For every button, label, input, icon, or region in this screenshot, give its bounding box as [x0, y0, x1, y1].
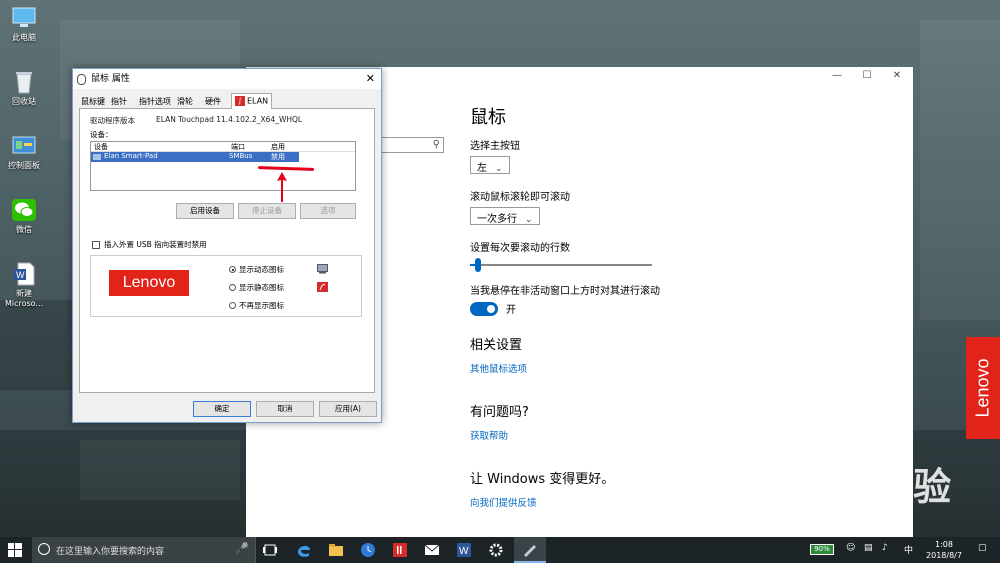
options-button[interactable]: 选项: [300, 203, 356, 219]
control-panel-icon: [11, 134, 37, 158]
device-list-header: 设备 端口 启用: [91, 142, 355, 152]
notification-icon[interactable]: ▢: [978, 543, 987, 553]
touchpad-tray-icon: [317, 264, 328, 274]
settings-gear-icon[interactable]: [488, 542, 504, 558]
inactive-scroll-toggle[interactable]: [470, 301, 498, 316]
cancel-button[interactable]: 取消: [256, 401, 314, 417]
battery-indicator[interactable]: 90%: [810, 544, 834, 555]
tab-wheel[interactable]: 滑轮: [177, 96, 193, 109]
taskbar-search-input[interactable]: 在这里输入你要搜索的内容 🎤: [32, 537, 256, 563]
device-list[interactable]: 设备 端口 启用 Elan Smart-Pad SMBus 禁用: [90, 141, 356, 191]
tab-hardware[interactable]: 硬件: [205, 96, 221, 109]
other-mouse-options-link[interactable]: 其他鼠标选项: [470, 361, 870, 375]
enable-device-button[interactable]: 启用设备: [176, 203, 234, 219]
settings-search-input[interactable]: ⚲: [376, 137, 444, 153]
tab-elan[interactable]: ∫ ELAN: [231, 93, 273, 110]
monitor-icon: [11, 6, 37, 30]
toggle-state-label: 开: [506, 305, 516, 316]
tab-pointers[interactable]: 指针: [111, 96, 127, 109]
usb-disable-checkbox-row[interactable]: 插入外置 USB 指向装置时禁用: [92, 239, 207, 250]
people-icon[interactable]: ☺: [846, 543, 855, 553]
tab-pointer-options[interactable]: 指针选项: [139, 96, 171, 109]
red-app-icon[interactable]: [392, 542, 408, 558]
mail-icon[interactable]: [424, 542, 440, 558]
desktop-icon-word-doc[interactable]: W 新建 Microso...: [2, 262, 46, 309]
mouse-properties-dialog: 鼠标 属性 ✕ 鼠标键 指针 指针选项 滑轮 硬件 ∫ ELAN 驱动程序版本 E…: [72, 68, 382, 423]
desktop-icon-control-panel[interactable]: 控制面板: [2, 134, 46, 171]
taskbar: 在这里输入你要搜索的内容 🎤 W 90% ☺ ▤ ♪ 中 1:08 2018/8…: [0, 537, 1000, 563]
recycle-bin-icon: [11, 70, 37, 94]
dialog-tabs: 鼠标键 指针 指针选项 滑轮 硬件 ∫ ELAN: [79, 93, 375, 110]
minimize-icon[interactable]: —: [822, 70, 852, 81]
dialog-titlebar: 鼠标 属性 ✕: [73, 69, 381, 89]
usb-disable-checkbox[interactable]: [92, 240, 100, 249]
scroll-label: 滚动鼠标滚轮即可滚动: [470, 192, 570, 203]
driver-version: 驱动程序版本 ELAN Touchpad 11.4.102.2_X64_WHQL: [90, 115, 303, 125]
desktop-icon-wechat[interactable]: 微信: [2, 198, 46, 235]
annotation-arrow-icon: [277, 172, 287, 202]
search-icon: ⚲: [432, 139, 440, 150]
ime-indicator[interactable]: 中: [904, 543, 913, 556]
slider-thumb[interactable]: [475, 258, 481, 272]
active-app-highlight[interactable]: [514, 537, 546, 563]
primary-button-dropdown[interactable]: 左 ⌄: [470, 156, 510, 174]
clock-app-icon[interactable]: [360, 542, 376, 558]
word-document-icon: W: [11, 262, 37, 286]
close-icon[interactable]: ✕: [882, 70, 912, 81]
related-settings-heading: 相关设置: [470, 338, 523, 353]
ok-button[interactable]: 确定: [193, 401, 251, 417]
desktop-icon-recycle-bin[interactable]: 回收站: [2, 70, 46, 107]
elan-tray-icon: [317, 282, 328, 292]
elan-panel: 驱动程序版本 ELAN Touchpad 11.4.102.2_X64_WHQL…: [79, 109, 375, 393]
page-title: 鼠标: [470, 107, 506, 128]
pen-app-icon: [524, 545, 536, 557]
volume-icon[interactable]: ♪: [882, 543, 888, 553]
help-heading: 有问题吗?: [470, 405, 529, 420]
scroll-lines-slider[interactable]: [470, 258, 652, 272]
radio-no-icon[interactable]: 不再显示图标: [229, 300, 284, 311]
mouse-icon: [77, 74, 86, 85]
scroll-dropdown[interactable]: 一次多行 ⌄: [470, 207, 540, 225]
file-explorer-icon[interactable]: [328, 542, 344, 558]
network-icon[interactable]: ▤: [864, 543, 873, 553]
microphone-icon[interactable]: 🎤: [235, 542, 249, 555]
get-help-link[interactable]: 获取帮助: [470, 428, 870, 442]
lines-label: 设置每次要滚动的行数: [470, 243, 570, 254]
cortana-icon: [38, 543, 50, 555]
tab-buttons[interactable]: 鼠标键: [81, 96, 105, 109]
elan-icon: ∫: [235, 96, 245, 106]
windows-start-icon[interactable]: [8, 543, 22, 557]
device-row[interactable]: Elan Smart-Pad SMBus 禁用: [91, 152, 299, 162]
primary-button-label: 选择主按钮: [470, 141, 520, 152]
radio-static-icon[interactable]: 显示静态图标: [229, 282, 284, 293]
clock[interactable]: 1:08 2018/8/7: [924, 539, 964, 561]
touchpad-icon: [93, 154, 101, 160]
task-view-icon[interactable]: [262, 542, 278, 558]
radio-dynamic-icon[interactable]: 显示动态图标: [229, 264, 284, 275]
baidu-watermark: Baidu 经验 jingyan.baidu.com: [752, 467, 953, 521]
tray-icon-options: Lenovo 显示动态图标 显示静态图标 不再显示图标: [90, 255, 362, 317]
apply-button[interactable]: 应用(A): [319, 401, 377, 417]
svg-text:W: W: [459, 546, 469, 557]
lenovo-side-logo: Lenovo: [966, 337, 1000, 439]
lenovo-logo: Lenovo: [109, 270, 189, 296]
word-icon[interactable]: W: [456, 542, 472, 558]
close-icon[interactable]: ✕: [366, 69, 375, 89]
wechat-icon: [11, 198, 37, 222]
svg-text:W: W: [16, 270, 25, 280]
maximize-icon[interactable]: ☐: [852, 70, 882, 81]
desktop-icon-this-pc[interactable]: 此电脑: [2, 6, 46, 43]
inactive-scroll-label: 当我悬停在非活动窗口上方时对其进行滚动: [470, 286, 660, 297]
chevron-down-icon: ⌄: [495, 164, 503, 174]
devices-label: 设备：: [90, 130, 113, 139]
edge-icon[interactable]: [296, 542, 312, 558]
chevron-down-icon: ⌄: [525, 215, 533, 225]
stop-device-button[interactable]: 停止设备: [238, 203, 296, 219]
